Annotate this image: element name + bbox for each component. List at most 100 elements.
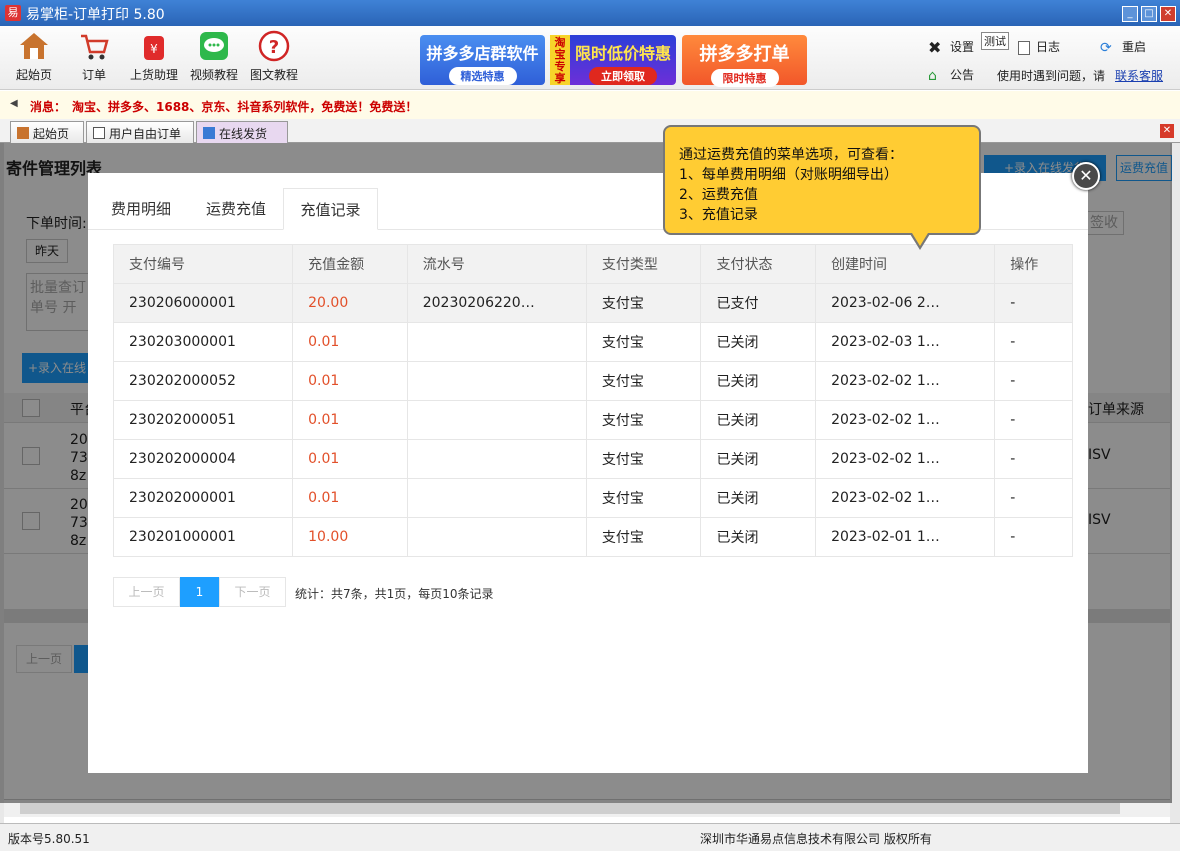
settings-button[interactable]: ✖ 设置 — [928, 38, 974, 56]
cell-amount: 10.00 — [292, 517, 408, 557]
restart-button[interactable]: ⟳ 重启 — [1100, 38, 1146, 56]
modal-close-button[interactable]: ✕ — [1072, 162, 1100, 190]
cell-serial-no: 20230206220… — [406, 283, 587, 323]
table-row[interactable]: 230202000051 0.01 支付宝 已关闭 2023-02-02 1… - — [112, 400, 1073, 440]
table-row[interactable]: 230202000001 0.01 支付宝 已关闭 2023-02-02 1… - — [112, 478, 1073, 518]
maximize-button[interactable]: □ — [1141, 6, 1157, 22]
toolbar-video-button[interactable]: 视频教程 — [184, 30, 244, 83]
recharge-modal: 费用明细 运费充值 充值记录 支付编号 充值金额 流水号 支付类型 支付状态 创… — [88, 173, 1088, 773]
scrollbar-thumb[interactable] — [20, 803, 1120, 814]
cell-pay-type: 支付宝 — [585, 361, 702, 401]
table-row[interactable]: 230202000052 0.01 支付宝 已关闭 2023-02-02 1… - — [112, 361, 1073, 401]
toolbar-guide-button[interactable]: ? 图文教程 — [244, 30, 304, 83]
cell-payment-id: 230206000001 — [112, 283, 294, 323]
cell-pay-type: 支付宝 — [585, 400, 702, 440]
cell-actions: - — [994, 439, 1073, 479]
toolbar-upload-button[interactable]: ¥ 上货助理 — [124, 30, 184, 83]
toolbar-guide-label: 图文教程 — [249, 68, 298, 82]
tab-home[interactable]: 起始页 — [10, 121, 84, 143]
help-text: 使用时遇到问题，请 — [997, 69, 1106, 83]
col-payment-id: 支付编号 — [112, 244, 294, 284]
tab-online-shipping-label: 在线发货 — [219, 127, 268, 141]
tab-user-orders-label: 用户自由订单 — [109, 127, 182, 141]
notice-icon: ⌂ — [928, 67, 937, 84]
cart-icon — [81, 34, 109, 60]
cell-pay-status: 已关闭 — [700, 478, 817, 518]
table-row[interactable]: 230201000001 10.00 支付宝 已关闭 2023-02-01 1… - — [112, 517, 1073, 557]
col-actions: 操作 — [994, 244, 1073, 284]
tab-online-shipping[interactable]: 在线发货 — [196, 121, 288, 143]
close-window-button[interactable]: ✕ — [1160, 6, 1176, 22]
clipboard-icon — [93, 127, 105, 139]
tab-user-orders[interactable]: 用户自由订单 — [86, 121, 194, 143]
app-icon: 易 — [5, 5, 21, 21]
toolbar-home-button[interactable]: 起始页 — [4, 30, 64, 83]
cell-pay-type: 支付宝 — [585, 283, 702, 323]
cell-pay-type: 支付宝 — [585, 478, 702, 518]
contact-service-link[interactable]: 联系客服 — [1115, 67, 1163, 84]
toolbar-home-label: 起始页 — [15, 68, 52, 82]
speaker-icon: ◀ — [10, 98, 18, 109]
cell-payment-id: 230202000004 — [112, 439, 294, 479]
log-label: 日志 — [1036, 40, 1061, 54]
svg-text:¥: ¥ — [150, 42, 158, 56]
cell-pay-type: 支付宝 — [585, 517, 702, 557]
close-tab-icon[interactable]: ✕ — [1160, 124, 1174, 138]
settings-label: 设置 — [950, 40, 975, 54]
page-tabs: 起始页 用户自由订单 在线发货 ✕ — [0, 119, 1180, 143]
tab-fee-details[interactable]: 费用明细 — [98, 188, 184, 230]
main-toolbar: 起始页 订单 ¥ 上货助理 视频教程 ? 图文教程 拼多多店群软件 精选特惠 淘… — [0, 26, 1180, 90]
notice-button[interactable]: ⌂ 公告 — [928, 66, 974, 84]
table-row[interactable]: 230203000001 0.01 支付宝 已关闭 2023-02-03 1… - — [112, 322, 1073, 362]
banner-pdd-print-pill: 限时特惠 — [710, 69, 779, 87]
cell-created-at: 2023-02-02 1… — [815, 439, 996, 479]
page-1-button[interactable]: 1 — [180, 577, 219, 607]
cell-created-at: 2023-02-01 1… — [815, 517, 996, 557]
col-amount: 充值金额 — [292, 244, 408, 284]
cell-amount: 20.00 — [292, 283, 408, 323]
cell-pay-status: 已关闭 — [700, 517, 817, 557]
cell-amount: 0.01 — [292, 478, 408, 518]
cell-serial-no — [406, 439, 587, 479]
tab-recharge-records[interactable]: 充值记录 — [283, 188, 378, 230]
prev-page-button[interactable]: 上一页 — [113, 577, 180, 607]
tooltip-line-3: 2、运费充值 — [679, 187, 758, 203]
cell-payment-id: 230202000051 — [112, 400, 294, 440]
minimize-button[interactable]: _ — [1122, 6, 1138, 22]
toolbar-order-button[interactable]: 订单 — [64, 30, 124, 83]
version-text: 版本号5.80.51 — [8, 832, 90, 846]
svg-text:?: ? — [269, 37, 279, 58]
test-badge[interactable]: 测试 — [981, 32, 1009, 50]
banner-taobao-deal[interactable]: 淘宝专享 限时低价特惠 立即领取 — [550, 35, 676, 85]
banner-pdd-group[interactable]: 拼多多店群软件 精选特惠 — [420, 35, 545, 85]
banner-taobao-side: 淘宝专享 — [550, 35, 570, 85]
recharge-table: 支付编号 充值金额 流水号 支付类型 支付状态 创建时间 操作 23020600… — [112, 244, 1073, 557]
cell-serial-no — [406, 400, 587, 440]
table-row[interactable]: 230202000004 0.01 支付宝 已关闭 2023-02-02 1… - — [112, 439, 1073, 479]
cell-payment-id: 230202000052 — [112, 361, 294, 401]
cell-actions: - — [994, 322, 1073, 362]
cell-pay-type: 支付宝 — [585, 439, 702, 479]
banner-taobao-title: 限时低价特惠 — [574, 44, 671, 63]
toolbar-order-label: 订单 — [81, 68, 106, 82]
next-page-button[interactable]: 下一页 — [219, 577, 286, 607]
log-button[interactable]: 日志 — [1018, 38, 1060, 55]
tab-freight-recharge[interactable]: 运费充值 — [192, 188, 280, 230]
cell-pay-status: 已关闭 — [700, 400, 817, 440]
cell-serial-no — [406, 478, 587, 518]
restart-label: 重启 — [1122, 40, 1147, 54]
cell-pay-status: 已支付 — [700, 283, 817, 323]
tab-home-label: 起始页 — [33, 127, 70, 141]
toolbar-upload-label: 上货助理 — [129, 68, 178, 82]
banner-pdd-print-title: 拼多多打单 — [699, 44, 790, 65]
cell-payment-id: 230203000001 — [112, 322, 294, 362]
cell-created-at: 2023-02-06 2… — [815, 283, 996, 323]
table-row[interactable]: 230206000001 20.00 20230206220… 支付宝 已支付 2023-… — [112, 283, 1073, 323]
cell-amount: 0.01 — [292, 322, 408, 362]
bag-icon: ¥ — [144, 36, 164, 60]
home-small-icon — [17, 127, 29, 139]
banner-pdd-print[interactable]: 拼多多打单 限时特惠 — [682, 35, 807, 87]
cell-created-at: 2023-02-02 1… — [815, 478, 996, 518]
col-created-at: 创建时间 — [815, 244, 996, 284]
help-tooltip: 通过运费充值的菜单选项，可查看： 1、每单费用明细（对账明细导出） 2、运费充值… — [663, 125, 981, 235]
